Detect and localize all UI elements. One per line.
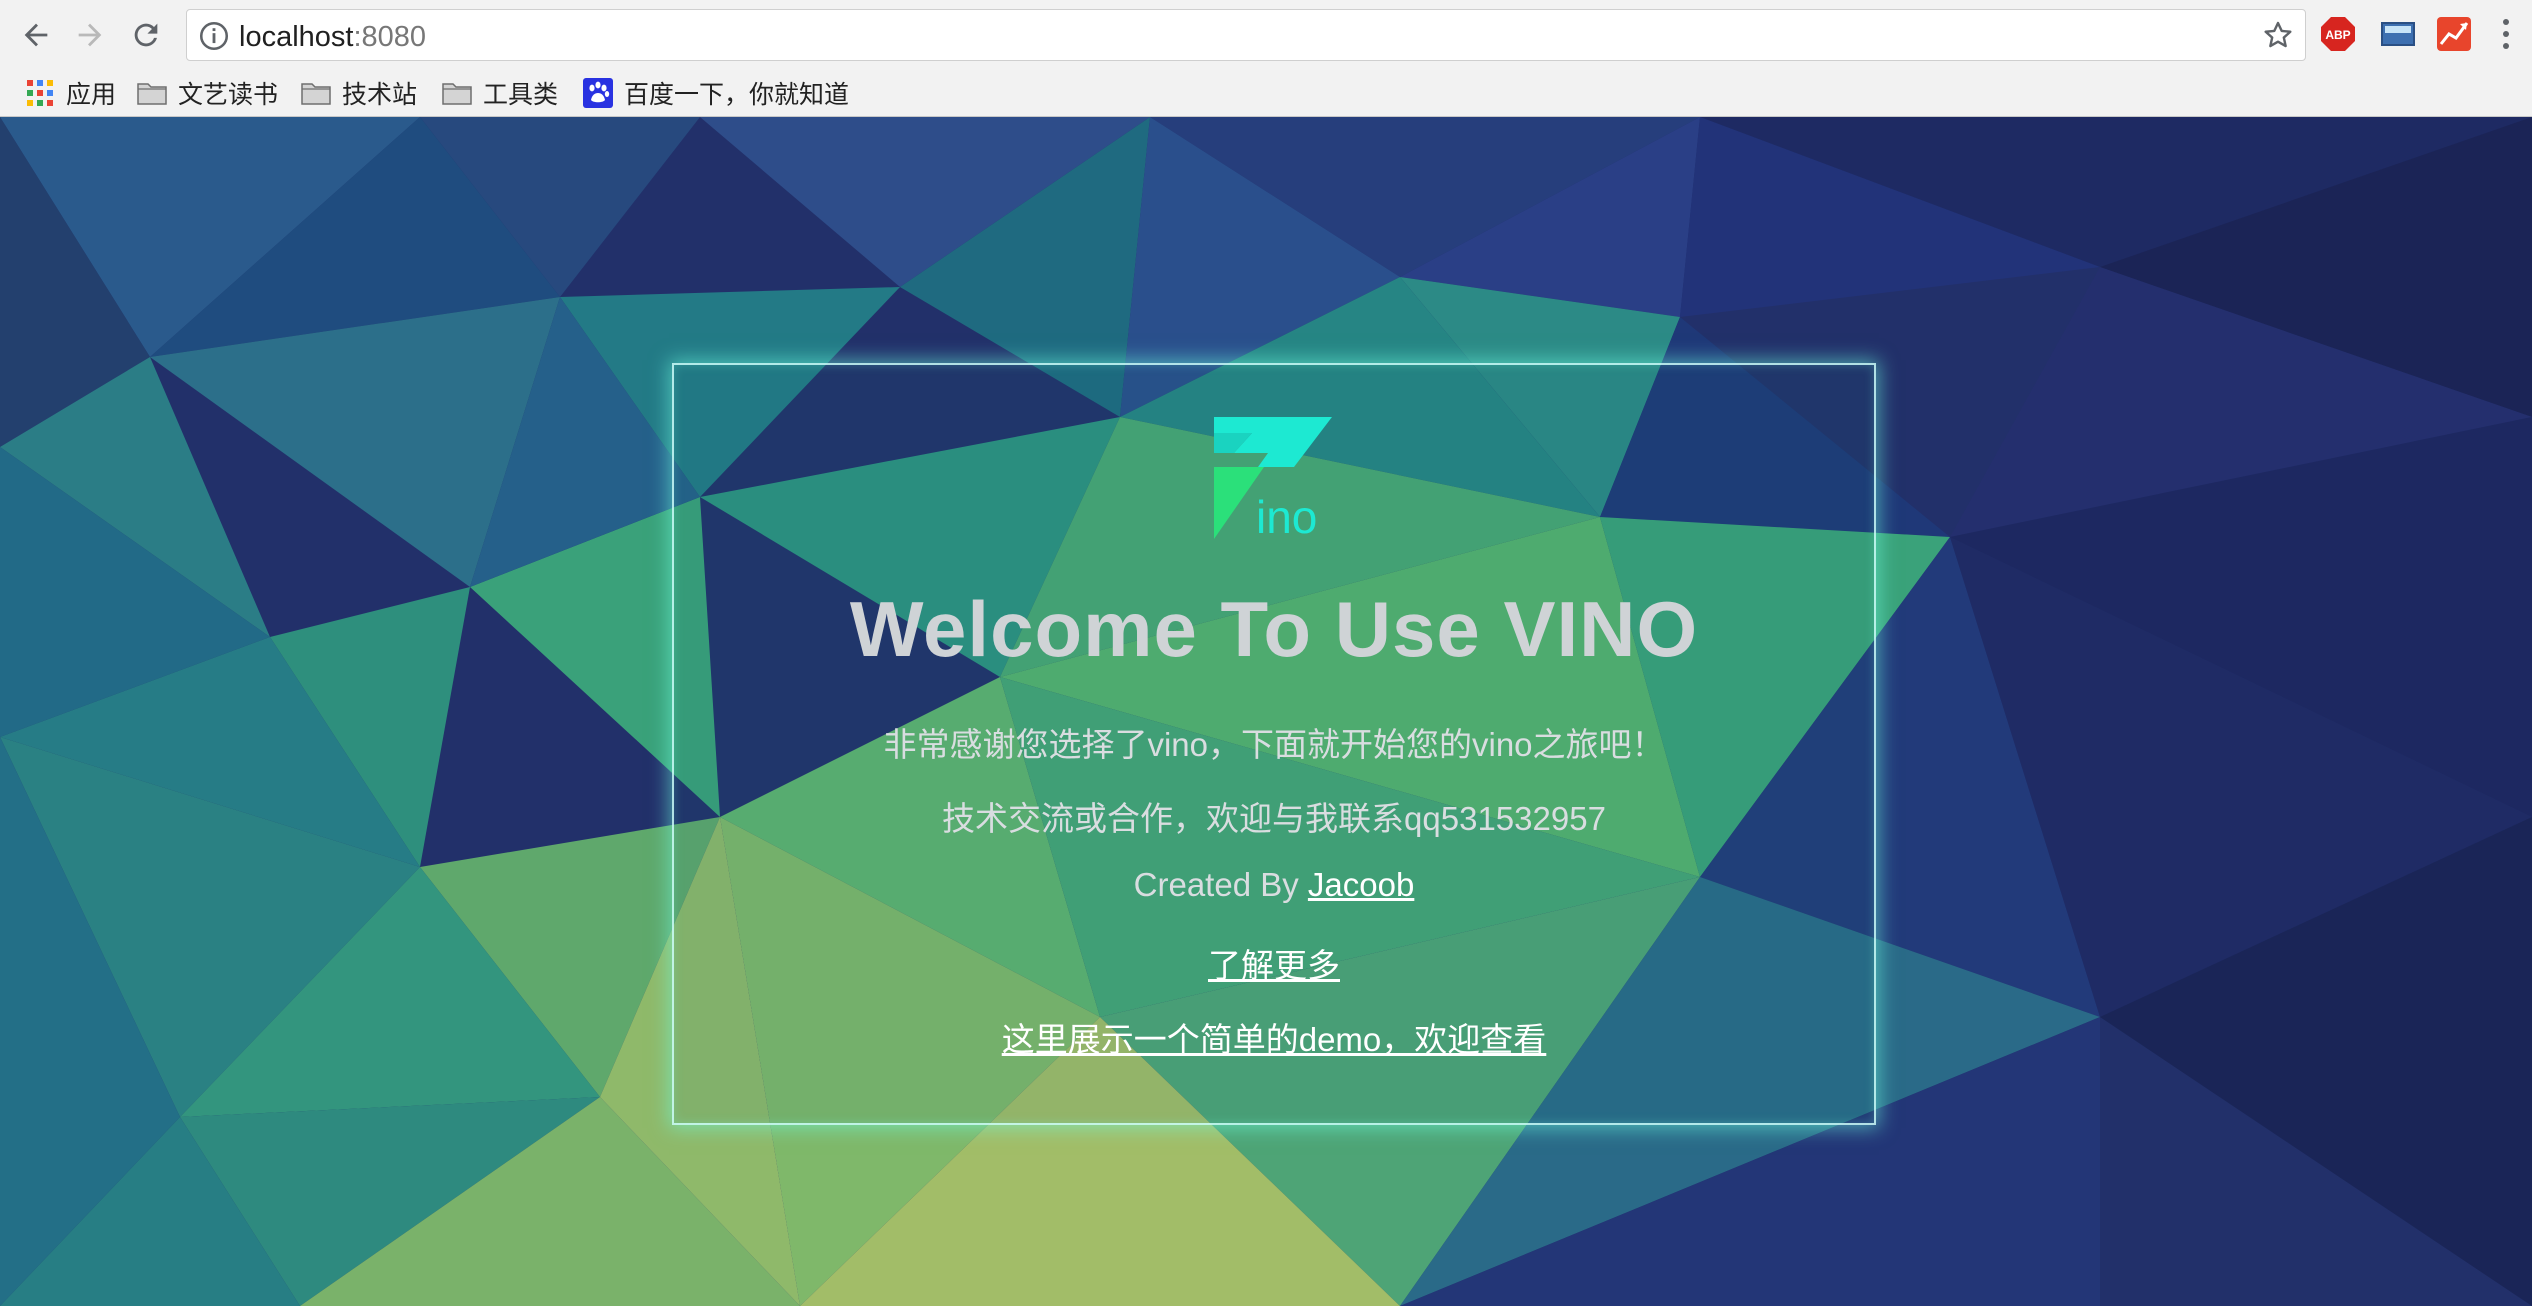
page-viewport: ino Welcome To Use VINO 非常感谢您选择了vino，下面就… (0, 117, 2532, 1306)
baidu-paw-icon (583, 78, 613, 108)
bookmark-baidu-label: 百度一下，你就知道 (624, 81, 850, 109)
reload-icon (134, 23, 158, 47)
page-title: Welcome To Use VINO (849, 585, 1699, 673)
star-icon[interactable] (2261, 18, 2295, 52)
bookmark-apps-label: 应用 (66, 81, 117, 109)
screen-extension-icon[interactable] (2380, 16, 2416, 52)
bookmark-folder-label: 文艺读书 (178, 81, 279, 109)
learn-more-row: 了解更多 (674, 939, 1874, 987)
author-link[interactable]: Jacoob (1308, 866, 1414, 903)
bookmark-folder-reading[interactable]: 文艺读书 (136, 76, 278, 110)
reload-button[interactable] (124, 13, 168, 57)
forward-button[interactable] (68, 13, 112, 57)
url-text[interactable]: localhost:8080 (239, 21, 426, 54)
back-button[interactable] (14, 13, 58, 57)
bookmark-folder-label: 工具类 (483, 81, 559, 109)
folder-icon (301, 83, 331, 105)
bookmark-apps[interactable]: 应用 (24, 76, 116, 110)
welcome-card: ino Welcome To Use VINO 非常感谢您选择了vino，下面就… (672, 363, 1876, 1125)
logo-text: ino (1256, 491, 1317, 539)
address-bar[interactable]: localhost:8080 (186, 9, 2306, 61)
bookmark-folder-label: 技术站 (342, 81, 418, 109)
created-by-label: Created By (1133, 866, 1308, 903)
apps-grid-icon (27, 80, 53, 106)
bookmarks-bar: 应用 文艺读书 技术站 工具类 百度一下，你就知道 (0, 70, 2532, 116)
bookmark-baidu[interactable]: 百度一下，你就知道 (582, 76, 849, 110)
arrow-left-icon (24, 23, 48, 47)
bookmark-folder-tech[interactable]: 技术站 (300, 76, 417, 110)
folder-icon (442, 83, 472, 105)
demo-row: 这里展示一个简单的demo，欢迎查看 (674, 1013, 1874, 1061)
learn-more-link[interactable]: 了解更多 (1208, 947, 1340, 984)
arrow-right-icon (78, 23, 102, 47)
more-vert-icon[interactable] (2494, 14, 2518, 54)
info-icon[interactable] (197, 19, 231, 53)
chart-extension-icon[interactable] (2436, 16, 2472, 52)
url-port: :8080 (353, 21, 427, 53)
created-by: Created By Jacoob (674, 866, 1874, 904)
url-host: localhost (239, 21, 354, 53)
adblock-plus-icon[interactable]: ABP (2320, 16, 2356, 52)
browser-chrome: localhost:8080 ABP 应用 文艺读书 技术站 工具类 百度一下，… (0, 0, 2532, 117)
intro-text: 非常感谢您选择了vino，下面就开始您的vino之旅吧！ (883, 726, 1665, 763)
contact-text: 技术交流或合作，欢迎与我联系qq531532957 (942, 800, 1606, 837)
bookmark-folder-tools[interactable]: 工具类 (441, 76, 558, 110)
folder-icon (137, 83, 167, 105)
vino-logo-icon: ino (1214, 417, 1332, 539)
adblock-label: ABP (2325, 28, 2350, 42)
browser-toolbar: localhost:8080 ABP (0, 0, 2532, 70)
demo-link[interactable]: 这里展示一个简单的demo，欢迎查看 (1002, 1021, 1547, 1058)
